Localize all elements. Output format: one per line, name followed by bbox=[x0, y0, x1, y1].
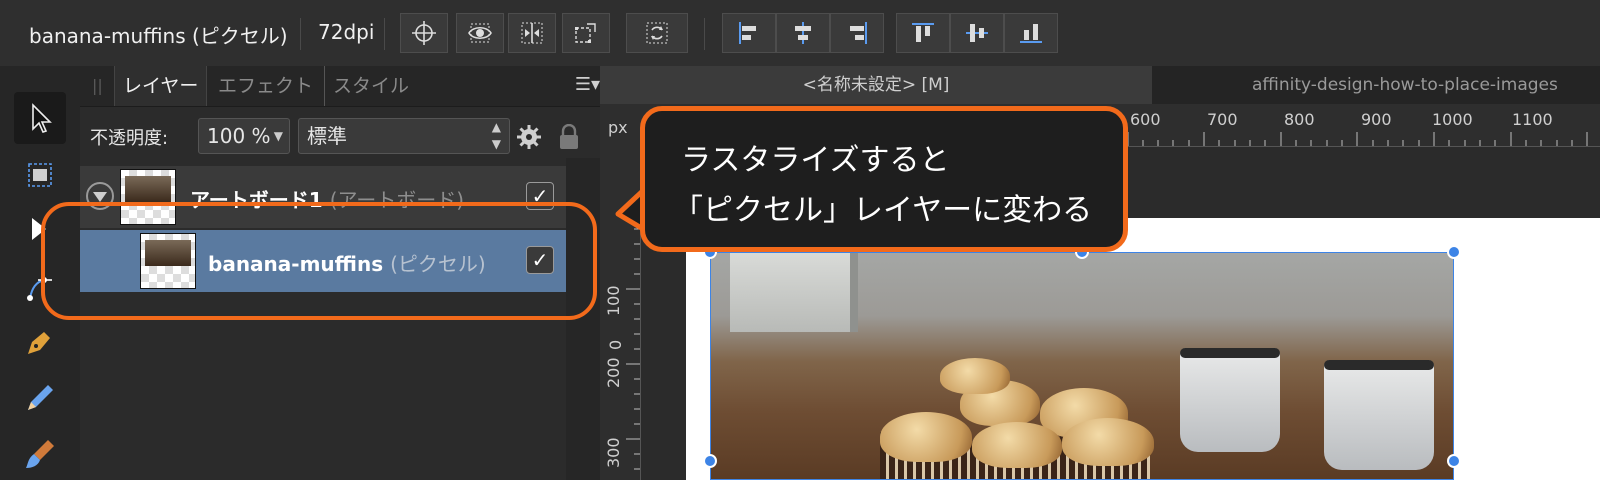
brush-tool-icon bbox=[26, 440, 54, 468]
ruler-tick-label: 900 bbox=[1361, 110, 1392, 129]
panel-grip-icon[interactable]: || bbox=[92, 76, 103, 95]
document-tabs: <名称未設定> [M] affinity-design-how-to-place… bbox=[600, 66, 1600, 104]
panel-tabs: || レイヤー エフェクト スタイル ☰▾ bbox=[80, 66, 612, 107]
align-top-button[interactable] bbox=[896, 13, 950, 53]
lock-icon[interactable] bbox=[558, 124, 580, 150]
muffin bbox=[1062, 418, 1154, 466]
view-eye-icon bbox=[468, 23, 492, 43]
ruler-tick-label: 200 bbox=[604, 357, 623, 388]
dpi-label: 72dpi bbox=[318, 20, 375, 44]
opacity-dropdown[interactable]: 100 % ▼ bbox=[198, 118, 290, 154]
context-toolbar: banana-muffins (ピクセル) 72dpi bbox=[0, 0, 1600, 67]
flip-button[interactable] bbox=[508, 13, 556, 53]
align-middle-icon bbox=[966, 24, 988, 42]
tab-styles[interactable]: スタイル bbox=[324, 66, 409, 106]
align-center-button[interactable] bbox=[776, 13, 830, 53]
ruler-tick-label: 800 bbox=[1284, 110, 1315, 129]
align-top-icon bbox=[912, 23, 934, 42]
tab-document-other[interactable]: affinity-design-how-to-place-images bbox=[1152, 66, 1600, 104]
muffin bbox=[880, 412, 972, 462]
move-tool-icon bbox=[32, 103, 52, 133]
view-mode-button[interactable] bbox=[456, 13, 504, 53]
tab-document-active[interactable]: <名称未設定> [M] bbox=[600, 66, 1152, 104]
artboard-tool[interactable] bbox=[14, 148, 66, 200]
transform-button[interactable] bbox=[562, 13, 610, 53]
gear-icon[interactable] bbox=[516, 124, 542, 150]
divider bbox=[704, 18, 705, 50]
align-left-button[interactable] bbox=[722, 13, 776, 53]
pen-tool-icon bbox=[28, 332, 50, 354]
brush-tool[interactable] bbox=[14, 428, 66, 480]
align-bottom-button[interactable] bbox=[1004, 13, 1058, 53]
pencil-tool-icon bbox=[28, 385, 53, 410]
move-tool[interactable] bbox=[14, 92, 66, 144]
divider bbox=[300, 18, 301, 50]
ruler-tick-label: 600 bbox=[1130, 110, 1161, 129]
ruler-tick-label: 300 bbox=[604, 437, 623, 468]
callout-line-1: ラスタライズすると bbox=[681, 143, 950, 178]
sync-button[interactable] bbox=[626, 13, 688, 53]
ruler-tick-label: 1000 bbox=[1432, 110, 1473, 129]
ruler-tick-label: 700 bbox=[1207, 110, 1238, 129]
target-button[interactable] bbox=[400, 13, 448, 53]
pencil-tool[interactable] bbox=[14, 372, 66, 424]
align-left-icon bbox=[739, 22, 756, 44]
target-icon bbox=[412, 21, 436, 45]
chevron-down-icon: ▼ bbox=[273, 129, 283, 143]
align-right-icon bbox=[850, 22, 867, 44]
selection-handle[interactable] bbox=[703, 454, 717, 468]
coffee-cup bbox=[1324, 360, 1434, 470]
align-bottom-icon bbox=[1020, 24, 1042, 43]
ruler-tick-label: 1100 bbox=[1512, 110, 1553, 129]
coffee-cup bbox=[1180, 348, 1280, 452]
document-title: banana-muffins (ピクセル) bbox=[29, 24, 288, 48]
transform-icon bbox=[575, 23, 596, 43]
highlight-outline bbox=[41, 202, 597, 320]
pen-tool[interactable] bbox=[14, 316, 66, 368]
tab-layers[interactable]: レイヤー bbox=[114, 66, 208, 106]
stepper-arrows-icon: ▲ ▼ bbox=[491, 120, 501, 151]
callout-line-2: 「ピクセル」レイヤーに変わる bbox=[673, 193, 1093, 228]
sync-icon bbox=[646, 22, 668, 44]
divider bbox=[384, 18, 385, 50]
tab-effects[interactable]: エフェクト bbox=[218, 66, 313, 106]
ruler-tick-label: 100 bbox=[604, 285, 623, 316]
ruler-tick-label: 0 bbox=[606, 339, 625, 350]
muffin bbox=[940, 358, 1010, 394]
blend-mode-select[interactable]: 標準 ▲ ▼ bbox=[298, 118, 510, 154]
selection-handle[interactable] bbox=[1447, 454, 1461, 468]
panel-menu-icon[interactable]: ☰▾ bbox=[575, 74, 600, 95]
muffin bbox=[972, 422, 1062, 468]
pixel-layer-image[interactable] bbox=[710, 252, 1454, 480]
selection-handle[interactable] bbox=[1447, 245, 1461, 259]
callout-bubble: ラスタライズすると 「ピクセル」レイヤーに変わる bbox=[640, 106, 1128, 252]
window-in-photo bbox=[730, 252, 858, 332]
flip-horizontal-icon bbox=[521, 22, 543, 44]
opacity-row: 不透明度: 100 % ▼ 標準 ▲ ▼ bbox=[80, 114, 612, 158]
opacity-label: 不透明度: bbox=[90, 128, 169, 149]
artboard-tool-icon bbox=[28, 163, 52, 187]
ruler-unit: px bbox=[608, 118, 628, 137]
align-middle-button[interactable] bbox=[950, 13, 1004, 53]
align-center-icon bbox=[795, 22, 811, 44]
align-right-button[interactable] bbox=[830, 13, 884, 53]
opacity-value: 100 % bbox=[207, 124, 271, 148]
blend-mode-value: 標準 bbox=[307, 124, 347, 148]
